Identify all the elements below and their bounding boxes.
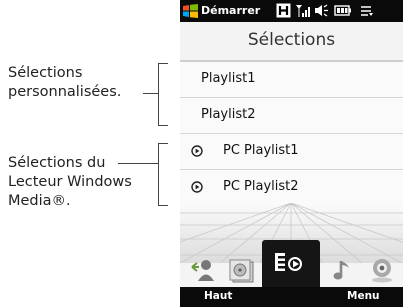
annotation-line-2: personnalisées.	[8, 84, 122, 100]
playlist-label: PC Playlist2	[223, 179, 299, 194]
status-bar: Démarrer	[180, 0, 403, 22]
list-item[interactable]: PC Playlist1	[180, 134, 403, 170]
annotation-line-3: Media®.	[8, 193, 71, 209]
windows-logo-icon[interactable]	[183, 4, 198, 18]
tab-podcasts[interactable]	[364, 251, 400, 287]
menu-arrows-icon[interactable]	[360, 3, 374, 18]
tab-playlists[interactable]	[262, 240, 320, 287]
playlist-label: Playlist2	[201, 107, 256, 122]
playlist-label: PC Playlist1	[223, 143, 299, 158]
softkey-right-button[interactable]: Menu	[347, 290, 380, 302]
wmp-playlists-annotation: Sélections du Lecteur Windows Media®.	[8, 154, 132, 211]
album-icon	[229, 259, 254, 283]
artists-icon	[191, 260, 214, 281]
playlist-label: Playlist1	[201, 71, 256, 86]
custom-bracket-top	[158, 63, 168, 64]
signal-icon[interactable]	[296, 3, 310, 18]
start-label[interactable]: Démarrer	[201, 4, 260, 17]
custom-bracket	[158, 63, 159, 125]
annotation-line-1: Sélections du	[8, 155, 106, 171]
custom-leader-line	[143, 93, 158, 94]
tab-album[interactable]	[224, 251, 260, 287]
wmp-bracket	[158, 143, 159, 205]
annotation-line-2: Lecteur Windows	[8, 174, 132, 190]
list-item[interactable]: Playlist2	[180, 98, 403, 134]
tab-songs[interactable]	[326, 251, 362, 287]
play-circle-icon	[191, 145, 203, 157]
softkey-bar: Haut Menu	[180, 287, 403, 307]
h-connection-icon[interactable]	[276, 3, 291, 18]
annotation-line-1: Sélections	[8, 65, 83, 81]
custom-bracket-bottom	[158, 125, 168, 126]
speaker-icon[interactable]	[314, 3, 330, 18]
battery-icon[interactable]	[334, 3, 352, 18]
playlists-icon	[275, 253, 302, 271]
media-tabs	[180, 240, 403, 287]
tab-artists[interactable]	[186, 251, 222, 287]
music-note-icon	[333, 261, 349, 280]
wmp-bracket-top	[158, 143, 168, 144]
list-item[interactable]: Playlist1	[180, 62, 403, 98]
list-item[interactable]: PC Playlist2	[180, 170, 403, 206]
wmp-bracket-bottom	[158, 205, 168, 206]
phone-screen: Démarrer Sélections Playlist1 Playlist2 …	[180, 0, 403, 307]
page-title: Sélections	[247, 30, 336, 50]
playlist-list: Playlist1 Playlist2 PC Playlist1 PC Play…	[180, 62, 403, 206]
softkey-left-button[interactable]: Haut	[204, 290, 232, 302]
screen-title-bar: Sélections	[180, 22, 403, 60]
play-circle-icon	[191, 181, 203, 193]
wmp-leader-line	[118, 163, 158, 164]
podcast-icon	[372, 259, 392, 283]
custom-playlists-annotation: Sélections personnalisées.	[8, 64, 121, 102]
